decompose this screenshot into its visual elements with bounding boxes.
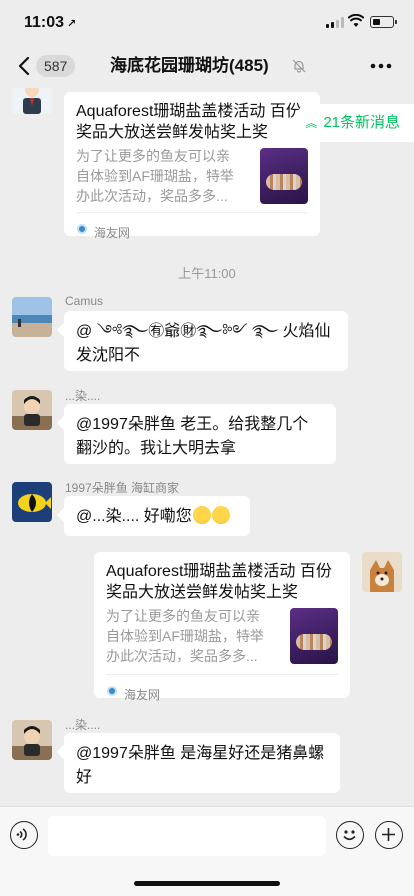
timestamp: 上午11:00 bbox=[178, 266, 236, 281]
cellular-signal-icon bbox=[326, 17, 344, 28]
message-bubble[interactable]: @1997朵胖鱼 是海星好还是猪鼻螺好 bbox=[64, 733, 340, 793]
avatar[interactable] bbox=[12, 390, 52, 430]
voice-icon[interactable] bbox=[10, 821, 38, 849]
message-bubble[interactable]: @ ༺࿐㊒爺㊖࿐༻ ࿐ 火焰仙发沈阳不 bbox=[64, 311, 348, 371]
card-description: 为了让更多的鱼友可以亲自体验到AF珊瑚盐，特举办此次活动，奖品多多... bbox=[76, 148, 234, 204]
card-divider bbox=[76, 212, 308, 213]
new-messages-label: 21条新消息 bbox=[323, 114, 400, 131]
sender-name: Camus bbox=[65, 294, 104, 308]
status-bar: 11:03 ↗ bbox=[0, 0, 414, 44]
avatar[interactable] bbox=[12, 720, 52, 760]
sender-name: ...染.... bbox=[65, 718, 101, 732]
link-card[interactable]: Aquaforest珊瑚盐盖楼活动 百份奖品大放送尝鲜发帖奖上奖 为了让更多的鱼… bbox=[94, 552, 350, 702]
wifi-icon bbox=[348, 14, 364, 27]
message-text: @ ༺࿐㊒爺㊖࿐༻ ࿐ 火焰仙发沈阳不 bbox=[76, 323, 331, 364]
avatar[interactable] bbox=[12, 88, 52, 114]
message-text: @1997朵胖鱼 是海星好还是猪鼻螺好 bbox=[76, 745, 325, 786]
card-title: Aquaforest珊瑚盐盖楼活动 百份奖品大放送尝鲜发帖奖上奖 bbox=[106, 563, 332, 601]
avatar[interactable] bbox=[362, 552, 402, 592]
group-title: 海底花园珊瑚坊(485) bbox=[110, 56, 269, 75]
message-text: @1997朵胖鱼 老王。给我整几个翻沙的。我让大明去拿 bbox=[76, 416, 309, 457]
chat-header: 587 海底花园珊瑚坊(485) bbox=[0, 44, 414, 88]
emoji-icon[interactable] bbox=[336, 821, 364, 849]
plus-icon[interactable] bbox=[375, 821, 403, 849]
message-list[interactable]: Aquaforest珊瑚盐盖楼活动 百份奖品大放送尝鲜发帖奖上奖 为了让更多的鱼… bbox=[0, 88, 414, 806]
card-title: Aquaforest珊瑚盐盖楼活动 百份奖品大放送尝鲜发帖奖上奖 bbox=[76, 103, 302, 141]
unread-count-badge[interactable]: 587 bbox=[36, 55, 76, 77]
source-icon bbox=[107, 686, 117, 696]
card-description: 为了让更多的鱼友可以亲自体验到AF珊瑚盐，特举办此次活动，奖品多多... bbox=[106, 608, 264, 664]
link-card[interactable]: Aquaforest珊瑚盐盖楼活动 百份奖品大放送尝鲜发帖奖上奖 为了让更多的鱼… bbox=[64, 92, 320, 240]
avatar[interactable] bbox=[12, 482, 52, 522]
sender-name: ...染.... bbox=[65, 389, 101, 403]
location-arrow-icon: ↗ bbox=[67, 18, 77, 30]
bell-off-icon bbox=[292, 59, 306, 73]
avatar[interactable] bbox=[12, 297, 52, 337]
source-icon bbox=[77, 224, 87, 234]
message-text: @...染.... 好嘞您 bbox=[76, 508, 192, 525]
message-bubble[interactable]: @...染.... 好嘞您 bbox=[64, 496, 250, 536]
grin-emoji-icon bbox=[211, 506, 230, 524]
message-bubble[interactable]: @1997朵胖鱼 老王。给我整几个翻沙的。我让大明去拿 bbox=[64, 404, 336, 464]
message-input[interactable] bbox=[48, 816, 326, 856]
more-icon[interactable] bbox=[370, 63, 392, 69]
card-source: 海友网 bbox=[94, 226, 131, 240]
rofl-emoji-icon bbox=[192, 506, 211, 524]
card-divider bbox=[106, 674, 338, 675]
sender-name: 1997朵胖鱼 海缸商家 bbox=[65, 481, 180, 495]
card-thumbnail bbox=[260, 148, 308, 204]
double-chevron-up-icon: ︽ bbox=[305, 116, 318, 130]
status-time: 11:03 ↗ bbox=[24, 14, 77, 31]
new-messages-button[interactable]: ︽ 21条新消息 bbox=[293, 104, 414, 142]
battery-icon bbox=[370, 16, 397, 28]
card-source: 海友网 bbox=[124, 688, 161, 702]
card-thumbnail bbox=[290, 608, 338, 664]
home-indicator bbox=[134, 881, 280, 886]
chevron-left-icon[interactable] bbox=[14, 55, 36, 77]
